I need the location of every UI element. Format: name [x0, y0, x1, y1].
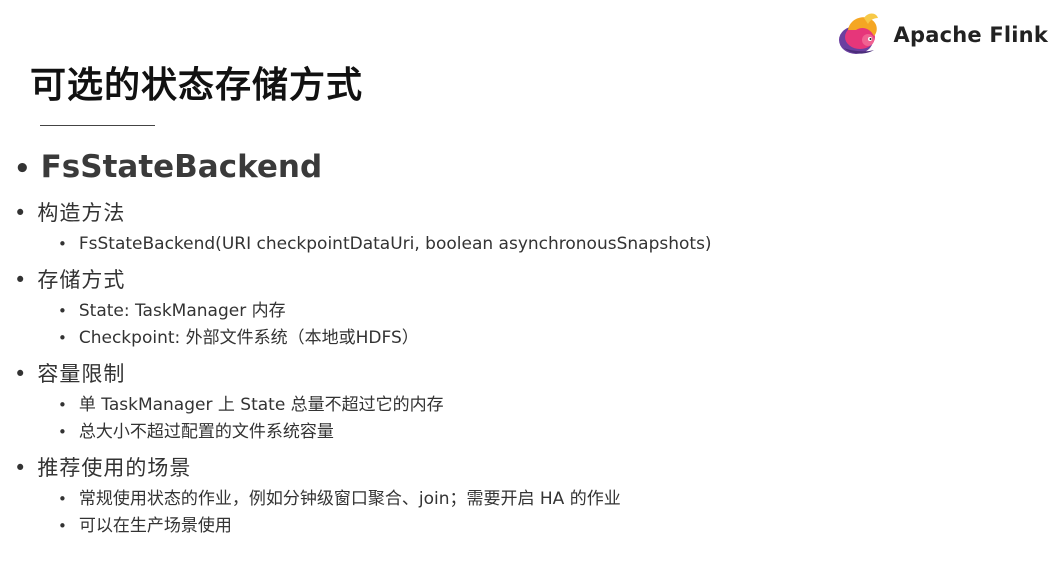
list-item-text: State: TaskManager 内存	[78, 301, 286, 321]
list-item-text: 常规使用状态的作业，例如分钟级窗口聚合、join；需要开启 HA 的作业	[78, 489, 621, 509]
list-item: • 可以在生产场景使用	[58, 513, 1014, 540]
section-heading-text: 容量限制	[37, 362, 126, 386]
bullet-dot: •	[14, 268, 28, 292]
section-capacity: • 容量限制 • 单 TaskManager 上 State 总量不超过它的内存…	[14, 356, 1014, 446]
bullet-dot: •	[58, 329, 67, 347]
section-items: • FsStateBackend(URI checkpointDataUri, …	[14, 231, 1014, 258]
section-items: • 常规使用状态的作业，例如分钟级窗口聚合、join；需要开启 HA 的作业 •…	[14, 486, 1014, 540]
bullet-dot: •	[58, 517, 67, 535]
section-items: • State: TaskManager 内存 • Checkpoint: 外部…	[14, 298, 1014, 352]
list-item-text: 总大小不超过配置的文件系统容量	[78, 422, 334, 442]
bullet-dot: •	[14, 154, 31, 184]
title-underline	[40, 125, 155, 126]
list-item: • 总大小不超过配置的文件系统容量	[58, 419, 1014, 446]
bullet-dot: •	[14, 456, 28, 480]
section-heading: • 推荐使用的场景	[14, 450, 1014, 486]
section-heading-text: 推荐使用的场景	[37, 456, 192, 480]
bullet-dot: •	[14, 362, 28, 386]
list-item: • State: TaskManager 内存	[58, 298, 1014, 325]
section-storage: • 存储方式 • State: TaskManager 内存 • Checkpo…	[14, 262, 1014, 352]
section-heading: • 构造方法	[14, 195, 1014, 231]
flink-squirrel-logo-icon	[838, 13, 878, 54]
list-item: • Checkpoint: 外部文件系统（本地或HDFS）	[58, 325, 1014, 352]
main-bullet: • FsStateBackend	[14, 143, 1014, 191]
list-item-text: 可以在生产场景使用	[78, 516, 232, 536]
list-item-text: FsStateBackend(URI checkpointDataUri, bo…	[78, 234, 712, 254]
bullet-dot: •	[58, 396, 67, 414]
bullet-dot: •	[58, 235, 67, 253]
slide-title: 可选的状态存储方式	[30, 65, 364, 106]
list-item-text: 单 TaskManager 上 State 总量不超过它的内存	[78, 395, 444, 415]
logo: Apache Flink	[834, 10, 1048, 60]
section-construction: • 构造方法 • FsStateBackend(URI checkpointDa…	[14, 195, 1014, 258]
bullet-dot: •	[14, 201, 28, 225]
logo-text: Apache Flink	[893, 23, 1048, 47]
list-item: • 单 TaskManager 上 State 总量不超过它的内存	[58, 392, 1014, 419]
list-item-text: Checkpoint: 外部文件系统（本地或HDFS）	[78, 328, 419, 348]
list-item: • 常规使用状态的作业，例如分钟级窗口聚合、join；需要开启 HA 的作业	[58, 486, 1014, 513]
section-heading: • 容量限制	[14, 356, 1014, 392]
section-heading-text: 存储方式	[37, 268, 126, 292]
section-heading: • 存储方式	[14, 262, 1014, 298]
section-heading-text: 构造方法	[37, 201, 126, 225]
section-recommended: • 推荐使用的场景 • 常规使用状态的作业，例如分钟级窗口聚合、join；需要开…	[14, 450, 1014, 540]
slide-content: • FsStateBackend • 构造方法 • FsStateBackend…	[14, 143, 1014, 540]
main-bullet-text: FsStateBackend	[40, 149, 323, 185]
list-item: • FsStateBackend(URI checkpointDataUri, …	[58, 231, 1014, 258]
section-items: • 单 TaskManager 上 State 总量不超过它的内存 • 总大小不…	[14, 392, 1014, 446]
bullet-dot: •	[58, 490, 67, 508]
bullet-dot: •	[58, 423, 67, 441]
bullet-dot: •	[58, 302, 67, 320]
